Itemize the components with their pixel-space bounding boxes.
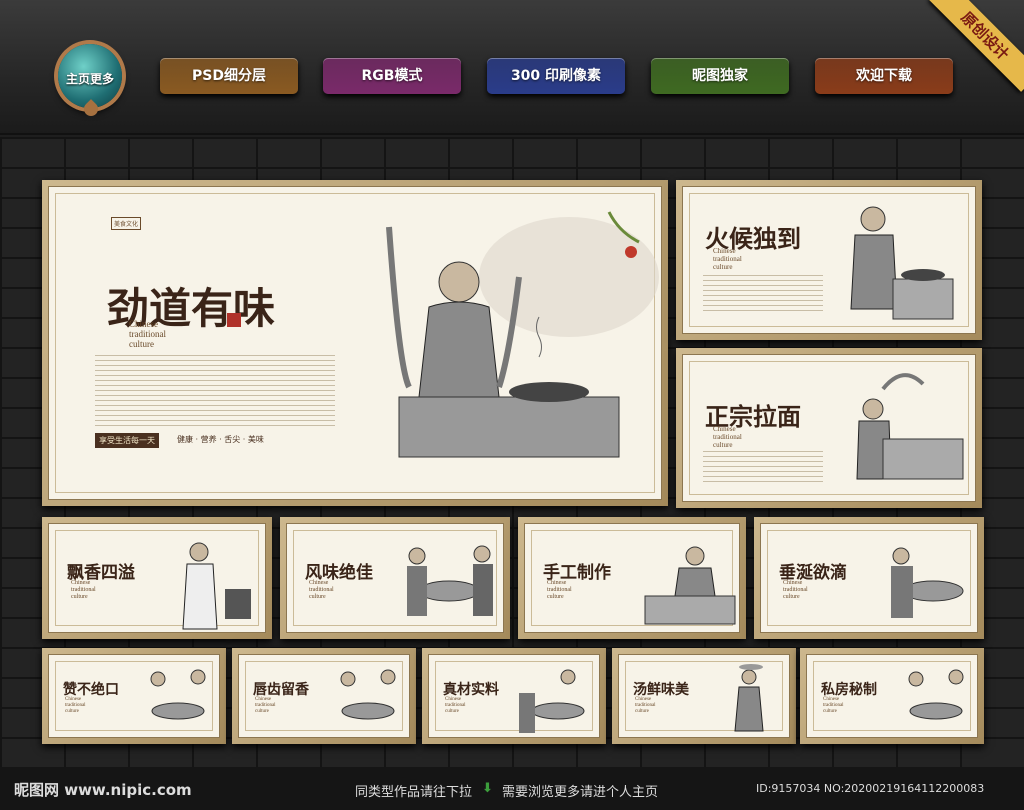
visit-homepage-hint[interactable]: 需要浏览更多请进个人主页 xyxy=(502,781,658,800)
body-text-block xyxy=(95,355,335,427)
poster-english: Chinese traditional culture xyxy=(65,697,86,714)
poster-genuine-ingredients: 真材实料 Chinese traditional culture xyxy=(422,648,606,744)
poster-english: Chinese traditional culture xyxy=(823,697,844,714)
print-pixels-button[interactable]: 300 印刷像素 xyxy=(487,58,625,94)
poster-english: Chinese traditional culture xyxy=(713,247,742,271)
poster-title: 汤鲜味美 xyxy=(633,682,689,698)
poster-title: 唇齿留香 xyxy=(253,682,309,698)
waiter-serving-illustration xyxy=(182,542,251,630)
waiter-illustration xyxy=(734,664,764,732)
poster-praise: 赞不绝口 Chinese traditional culture xyxy=(42,648,226,744)
diners-illustration xyxy=(908,669,964,720)
poster-text-block xyxy=(703,451,823,485)
welcome-download-button[interactable]: 欢迎下载 xyxy=(815,58,953,94)
poster-flavor: 风味绝佳 Chinese traditional culture xyxy=(280,517,510,639)
eating-illustration xyxy=(519,669,585,733)
psd-layers-button[interactable]: PSD细分层 xyxy=(160,58,298,94)
poster-title: 真材实料 xyxy=(443,682,499,698)
poster-english: Chinese traditional culture xyxy=(445,697,466,714)
nipic-site-link[interactable]: 昵图网 www.nipic.com xyxy=(14,779,192,800)
diners-table-illustration xyxy=(891,547,964,618)
map-pin-icon xyxy=(81,99,101,119)
noodle-pulling-illustration xyxy=(856,373,964,480)
scroll-down-hint: 同类型作品请往下拉 xyxy=(355,785,473,800)
keywords-line: 健康 · 营养 · 舌尖 · 美味 xyxy=(177,435,264,444)
noodle-chef-illustration xyxy=(386,211,659,458)
poster-secret-recipe: 私房秘制 Chinese traditional culture xyxy=(800,648,984,744)
poster-fire-control: 火候独到 Chinese traditional culture xyxy=(676,180,982,340)
home-more-label: 主页更多 xyxy=(65,72,114,86)
rgb-mode-button[interactable]: RGB模式 xyxy=(323,58,461,94)
poster-fragrance: 飘香四溢 Chinese traditional culture xyxy=(42,517,272,639)
poster-handmade: 手工制作 Chinese traditional culture xyxy=(518,517,746,639)
dough-kneading-illustration xyxy=(644,546,736,625)
food-culture-tag: 美食文化 xyxy=(111,217,142,230)
poster-text-block xyxy=(703,275,823,315)
diners-illustration xyxy=(407,545,493,616)
poster-english: Chinese traditional culture xyxy=(71,580,96,600)
footer-bar: 昵图网 www.nipic.com 同类型作品请往下拉 ⬇ 需要浏览更多请进个人… xyxy=(0,767,1024,810)
poster-english: Chinese traditional culture xyxy=(713,425,742,449)
red-seal-icon xyxy=(227,313,241,327)
poster-title: 赞不绝口 xyxy=(63,682,119,698)
top-banner: 主页更多 PSD细分层 RGB模式 300 印刷像素 昵图独家 欢迎下载 原创设… xyxy=(0,0,1024,135)
main-poster: 美食文化 劲道有味 Chinese traditional culture 享受… xyxy=(42,180,668,506)
slogan-badge: 享受生活每一天 xyxy=(95,433,159,448)
poster-title: 私房秘制 xyxy=(821,682,877,698)
poster-authentic-lamian: 正宗拉面 Chinese traditional culture xyxy=(676,348,982,508)
eating-illustration xyxy=(340,669,396,720)
poster-english: Chinese traditional culture xyxy=(547,580,572,600)
poster-english: Chinese traditional culture xyxy=(783,580,808,600)
poster-english: Chinese traditional culture xyxy=(309,580,334,600)
poster-lingering-aroma: 唇齿留香 Chinese traditional culture xyxy=(232,648,416,744)
poster-english: Chinese traditional culture xyxy=(255,697,276,714)
image-id-text: ID:9157034 NO:20200219164112200083 xyxy=(756,782,985,795)
main-english-subtitle: Chinese traditional culture xyxy=(129,319,166,349)
nipic-exclusive-button[interactable]: 昵图独家 xyxy=(651,58,789,94)
down-arrow-icon: ⬇ xyxy=(482,781,493,796)
chef-stir-fry-illustration xyxy=(850,206,954,320)
poster-mouthwatering: 垂涎欲滴 Chinese traditional culture xyxy=(754,517,984,639)
poster-fresh-soup: 汤鲜味美 Chinese traditional culture xyxy=(612,648,796,744)
home-more-logo[interactable]: 主页更多 xyxy=(58,44,122,119)
poster-english: Chinese traditional culture xyxy=(635,697,656,714)
eating-illustration xyxy=(150,669,206,720)
